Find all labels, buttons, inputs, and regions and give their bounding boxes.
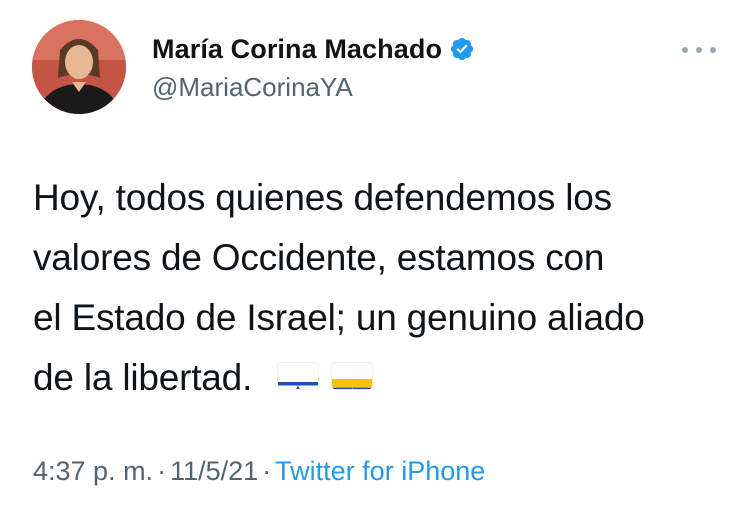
more-dot (696, 47, 702, 53)
verified-badge-icon (449, 36, 475, 62)
meta-separator: · (262, 456, 272, 486)
tweet-text: Hoy, todos quienes defendemos los valore… (33, 168, 733, 408)
tweet-text-last-line: de la libertad. (33, 348, 733, 408)
tweet-time[interactable]: 4:37 p. m. (33, 456, 153, 486)
author-display-name[interactable]: María Corina Machado (152, 34, 442, 65)
tweet-source-link[interactable]: Twitter for iPhone (275, 456, 485, 486)
meta-separator: · (157, 456, 167, 486)
avatar-photo-icon (32, 20, 126, 114)
flag-emojis (278, 363, 386, 390)
tweet-card: María Corina Machado @MariaCorinaYA Hoy,… (0, 0, 750, 518)
author-name-row: María Corina Machado (152, 32, 475, 66)
more-dot (682, 47, 688, 53)
tweet-date[interactable]: 11/5/21 (170, 456, 258, 486)
israel-flag-icon (278, 363, 319, 390)
tweet-text-line: de la libertad. (33, 357, 253, 398)
tweet-text-line: el Estado de Israel; un genuino aliado (33, 297, 645, 338)
more-options-icon[interactable] (682, 40, 716, 60)
tweet-text-line: valores de Occidente, estamos con (33, 237, 605, 278)
tweet-text-line: Hoy, todos quienes defendemos los (33, 177, 612, 218)
tweet-meta: 4:37 p. m. · 11/5/21 · Twitter for iPhone (33, 456, 485, 487)
more-dot (710, 47, 716, 53)
venezuela-flag-icon (332, 363, 373, 390)
author-avatar[interactable] (32, 20, 126, 114)
author-handle[interactable]: @MariaCorinaYA (152, 72, 353, 103)
